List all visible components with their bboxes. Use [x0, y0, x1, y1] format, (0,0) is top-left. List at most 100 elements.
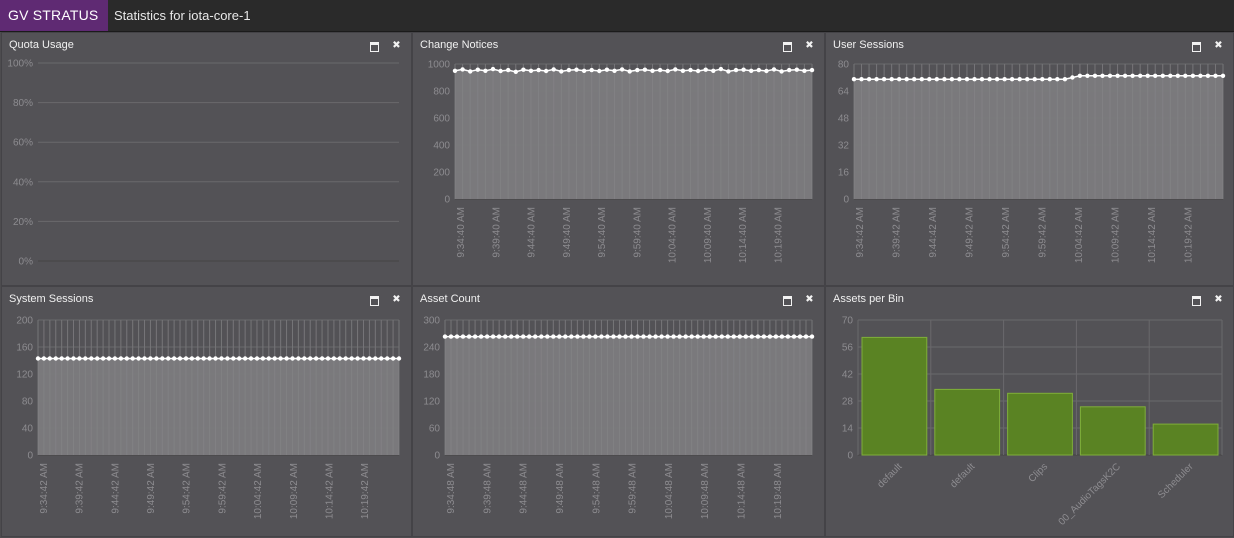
data-point	[629, 334, 634, 339]
data-point	[296, 356, 301, 361]
asset-count-chart: 0 60 120 180 240 300 9:34:48 AM 9:39:48 AM 9:44:…	[423, 316, 815, 519]
x-tick-label: 9:44:48 AM	[519, 463, 530, 514]
data-point	[483, 68, 488, 73]
y-tick-label: 40	[22, 424, 34, 435]
x-tick-label: 9:34:40 AM	[456, 207, 467, 258]
data-point	[142, 356, 147, 361]
data-point	[979, 77, 985, 82]
data-point	[1100, 73, 1105, 78]
data-point	[1138, 73, 1143, 78]
data-point	[219, 356, 224, 361]
data-point	[136, 356, 141, 361]
data-point	[385, 356, 390, 361]
data-point	[737, 334, 742, 339]
data-point	[619, 67, 625, 72]
data-point	[764, 68, 769, 74]
data-point	[1220, 73, 1226, 78]
data-point	[551, 67, 556, 72]
data-point	[771, 67, 777, 72]
y-tick-label: 42	[842, 370, 854, 381]
panel-assets-per-bin: Assets per Bin 01428425670defaultdefault…	[825, 286, 1234, 537]
x-tick-label: 10:19:40 AM	[773, 207, 784, 263]
y-tick-label: 80	[22, 397, 34, 408]
data-point	[100, 356, 106, 361]
data-point	[1002, 77, 1007, 82]
data-point	[726, 69, 731, 74]
x-tick-label: 9:34:42 AM	[855, 207, 866, 258]
data-point	[319, 356, 325, 361]
data-point	[448, 334, 454, 339]
data-point	[468, 69, 473, 74]
data-point	[308, 356, 313, 361]
y-tick-label: 60	[429, 424, 441, 435]
data-point	[521, 67, 526, 72]
x-tick-label: 10:14:40 AM	[738, 207, 749, 263]
bar	[934, 388, 1001, 456]
y-tick-label: 300	[423, 316, 440, 327]
data-point	[749, 334, 754, 339]
data-point	[1130, 73, 1135, 78]
y-tick-label: 16	[838, 168, 850, 179]
data-point	[254, 356, 260, 361]
data-point	[897, 77, 902, 82]
top-bar: GV STRATUS Statistics for iota-core-1	[0, 0, 1234, 32]
data-point	[741, 67, 746, 72]
y-tick-label: 0	[843, 195, 849, 206]
brand-logo[interactable]: GV STRATUS	[0, 0, 109, 31]
data-point	[513, 69, 518, 74]
y-tick-label: 60%	[13, 138, 33, 149]
data-point	[794, 67, 799, 72]
data-point	[756, 67, 761, 73]
data-point	[65, 356, 70, 361]
panel-change-notices: Change Notices 020040060080010009:34:40 …	[412, 32, 825, 286]
data-point	[201, 356, 206, 361]
data-point	[442, 334, 448, 339]
y-tick-label: 1000	[428, 60, 451, 71]
data-point	[545, 334, 550, 339]
y-tick-label: 20%	[13, 217, 33, 228]
data-point	[919, 77, 924, 82]
data-point	[490, 66, 496, 72]
data-point	[379, 356, 384, 361]
data-point	[1047, 77, 1052, 82]
data-point	[1032, 77, 1037, 82]
data-point	[665, 334, 670, 339]
y-tick-label: 800	[433, 87, 450, 98]
data-point	[957, 77, 962, 82]
x-tick-label: 9:54:42 AM	[182, 463, 193, 514]
x-tick-label: 10:09:48 AM	[700, 463, 711, 519]
data-point	[688, 67, 693, 73]
data-point	[1025, 77, 1030, 82]
data-point	[581, 68, 587, 73]
data-point	[680, 68, 686, 73]
x-tick-label: 9:54:42 AM	[1001, 207, 1012, 258]
data-point	[695, 334, 700, 339]
data-point	[1145, 73, 1150, 78]
y-tick-label: 64	[838, 87, 850, 98]
data-point	[231, 356, 236, 361]
data-point	[647, 334, 652, 339]
data-point	[623, 334, 628, 339]
data-point	[396, 356, 402, 361]
x-tick-label: 10:04:48 AM	[664, 463, 675, 519]
data-point	[581, 334, 586, 339]
data-point	[1085, 73, 1090, 78]
x-tick-label: Clips	[1027, 461, 1051, 485]
data-point	[851, 77, 857, 82]
data-point	[361, 356, 366, 361]
data-point	[627, 69, 632, 74]
x-tick-label: 9:49:48 AM	[555, 463, 566, 514]
y-tick-label: 56	[842, 343, 854, 354]
data-point	[1153, 73, 1158, 78]
data-point	[1160, 73, 1165, 78]
y-tick-label: 120	[423, 397, 440, 408]
data-point	[1062, 77, 1068, 82]
data-point	[635, 67, 640, 73]
data-point	[707, 334, 712, 339]
bar	[1079, 406, 1146, 456]
data-point	[791, 334, 797, 339]
data-point	[177, 356, 183, 361]
x-tick-label: 10:14:48 AM	[737, 463, 748, 519]
data-point	[148, 356, 153, 361]
data-point	[964, 77, 970, 82]
